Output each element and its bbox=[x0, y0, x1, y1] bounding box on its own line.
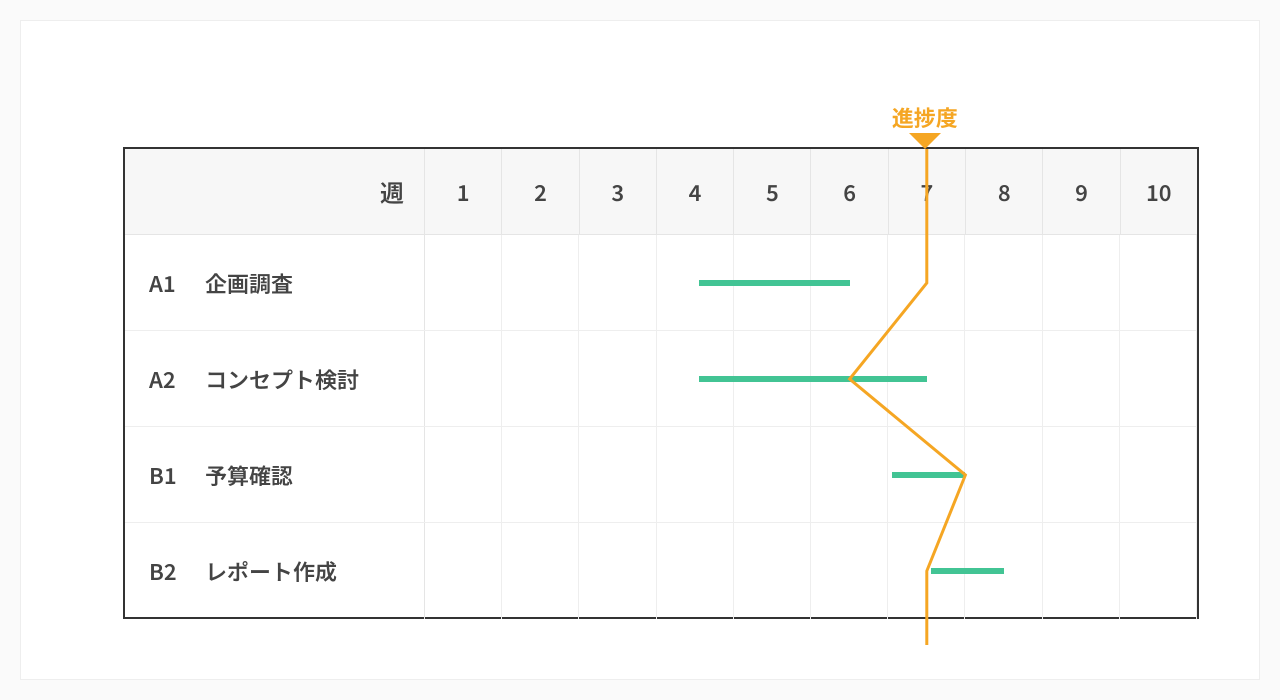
grid-cell bbox=[734, 427, 811, 522]
grid-cell bbox=[811, 523, 888, 619]
grid-cell bbox=[965, 331, 1042, 426]
row-grid bbox=[425, 331, 1197, 426]
week-cell-6: 6 bbox=[811, 149, 888, 234]
grid-cell bbox=[1043, 523, 1120, 619]
task-code: A2 bbox=[149, 363, 205, 395]
progress-label: 進捗度 bbox=[892, 101, 958, 133]
task-code: B2 bbox=[149, 555, 205, 587]
row-label: A1企画調査 bbox=[125, 235, 425, 330]
task-name: 予算確認 bbox=[205, 459, 293, 491]
row-label: A2コンセプト検討 bbox=[125, 331, 425, 426]
task-bar bbox=[699, 376, 927, 382]
grid-cell bbox=[425, 331, 502, 426]
week-cells: 12345678910 bbox=[425, 149, 1197, 234]
grid-cell bbox=[425, 427, 502, 522]
gantt-row: B2レポート作成 bbox=[125, 523, 1197, 619]
grid-cell bbox=[1120, 235, 1197, 330]
grid-cell bbox=[579, 331, 656, 426]
grid-cell bbox=[657, 523, 734, 619]
grid-cell bbox=[657, 427, 734, 522]
week-cell-10: 10 bbox=[1121, 149, 1197, 234]
week-cell-7: 7 bbox=[889, 149, 966, 234]
grid-cell bbox=[1120, 427, 1197, 522]
grid-cell bbox=[965, 235, 1042, 330]
row-grid bbox=[425, 235, 1197, 330]
grid-cell bbox=[425, 235, 502, 330]
chart-card: 進捗度 週 12345678910 A1企画調査A2コンセプト検討B1予算確認B… bbox=[20, 20, 1260, 680]
grid-cell bbox=[502, 523, 579, 619]
grid-cell bbox=[811, 427, 888, 522]
gantt-chart: 週 12345678910 A1企画調査A2コンセプト検討B1予算確認B2レポー… bbox=[123, 147, 1199, 619]
task-code: A1 bbox=[149, 267, 205, 299]
task-bar bbox=[892, 472, 965, 478]
grid-cell bbox=[1043, 235, 1120, 330]
grid-cell bbox=[502, 235, 579, 330]
grid-cell bbox=[502, 427, 579, 522]
grid-cell bbox=[965, 427, 1042, 522]
gantt-row: B1予算確認 bbox=[125, 427, 1197, 523]
row-label: B1予算確認 bbox=[125, 427, 425, 522]
grid-cell bbox=[579, 427, 656, 522]
grid-cell bbox=[425, 523, 502, 619]
week-cell-3: 3 bbox=[580, 149, 657, 234]
row-grid bbox=[425, 427, 1197, 522]
row-label: B2レポート作成 bbox=[125, 523, 425, 619]
week-cell-4: 4 bbox=[657, 149, 734, 234]
gantt-rows: A1企画調査A2コンセプト検討B1予算確認B2レポート作成 bbox=[125, 235, 1197, 619]
gantt-header: 週 12345678910 bbox=[125, 149, 1197, 235]
week-cell-1: 1 bbox=[425, 149, 502, 234]
task-code: B1 bbox=[149, 459, 205, 491]
week-header-label: 週 bbox=[125, 149, 425, 234]
grid-cell bbox=[502, 331, 579, 426]
gantt-row: A1企画調査 bbox=[125, 235, 1197, 331]
grid-cell bbox=[888, 235, 965, 330]
grid-cell bbox=[579, 235, 656, 330]
week-cell-8: 8 bbox=[966, 149, 1043, 234]
grid-cell bbox=[734, 523, 811, 619]
grid-cell bbox=[1043, 427, 1120, 522]
task-bar bbox=[699, 280, 850, 286]
progress-marker-icon bbox=[909, 133, 941, 149]
gantt-row: A2コンセプト検討 bbox=[125, 331, 1197, 427]
row-grid bbox=[425, 523, 1197, 619]
week-cell-5: 5 bbox=[734, 149, 811, 234]
grid-cell bbox=[1120, 523, 1197, 619]
task-name: 企画調査 bbox=[205, 267, 293, 299]
task-name: コンセプト検討 bbox=[205, 363, 359, 395]
task-name: レポート作成 bbox=[205, 555, 337, 587]
grid-cell bbox=[579, 523, 656, 619]
grid-cell bbox=[1043, 331, 1120, 426]
week-cell-2: 2 bbox=[502, 149, 579, 234]
grid-cell bbox=[1120, 331, 1197, 426]
week-cell-9: 9 bbox=[1043, 149, 1120, 234]
task-bar bbox=[931, 568, 1004, 574]
